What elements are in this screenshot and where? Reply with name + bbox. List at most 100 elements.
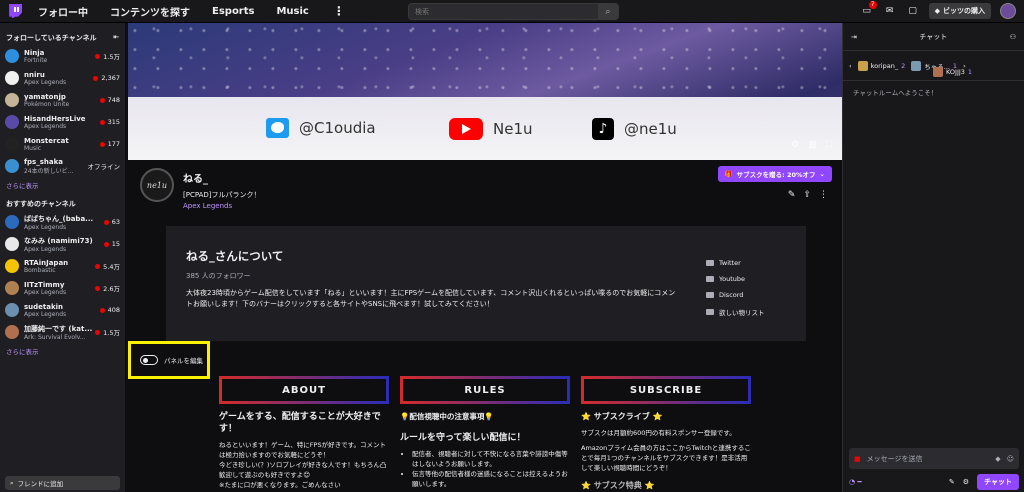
gifter[interactable]: koripan_ 2	[857, 60, 905, 71]
panel-title[interactable]: ABOUT	[219, 376, 389, 404]
more-menu-icon[interactable]: ⋮	[333, 4, 345, 18]
toggle-switch[interactable]	[140, 355, 158, 365]
viewer-count-value: 1.5万	[103, 329, 120, 337]
nav-esports[interactable]: Esports	[212, 6, 254, 17]
gifter-name: koripan_	[870, 61, 899, 70]
youtube-link[interactable]: Youtube	[706, 275, 765, 283]
show-more-link[interactable]: さらに表示	[0, 177, 125, 193]
channel-avatar[interactable]: ne1u	[140, 168, 174, 202]
nav-following[interactable]: フォロー中	[38, 4, 88, 19]
channel-page: @C1oudia Ne1u ♪ @ne1u ⚙ ▥ ⛶ ne1u ねる_ [PCPAD…	[128, 23, 842, 492]
user-avatar[interactable]	[1000, 3, 1016, 19]
notification-badge: 7	[868, 1, 877, 9]
theatre-mode-icon[interactable]: ▥	[808, 140, 817, 150]
channel-game: Apex Legends	[24, 122, 67, 130]
channel-game: Music	[24, 144, 42, 152]
sidebar-channel[interactable]: Monstercat Music 177	[0, 133, 125, 155]
youtube-link-label: Youtube	[719, 275, 745, 283]
fullscreen-icon[interactable]: ⛶	[826, 140, 832, 150]
viewer-count: 1.5万	[95, 51, 120, 61]
bits-label: ビッツの購入	[943, 7, 985, 15]
channel-points-icon[interactable]: ◔ ━	[849, 478, 862, 486]
panel-text: 配信者、視聴者に対して不快になる言葉や誹謗中傷等はしないようお願いします。 伝言…	[400, 449, 570, 489]
inbox-icon[interactable]: ✉	[883, 4, 897, 18]
wishlist-link-label: 欲しい物リスト	[719, 309, 765, 317]
chat-input[interactable]: ■ メッセージを送信 ◆ ☺	[849, 448, 1019, 469]
collapse-sidebar-icon[interactable]: ⇤	[113, 33, 119, 45]
banner-twitter[interactable]: @C1oudia	[266, 118, 376, 138]
channel-game: Apex Legends	[24, 245, 67, 253]
share-icon[interactable]: ⇪	[803, 190, 811, 200]
gifter[interactable]: KOJJJ3 1	[933, 67, 972, 77]
friend-search[interactable]: ⌕ フレンドに追加	[5, 476, 120, 490]
bits-icon[interactable]: ◆	[995, 455, 1000, 463]
viewer-count: 315	[99, 118, 120, 126]
channel-name: なみみ (namimi73)	[24, 236, 93, 245]
search-input[interactable]	[409, 4, 598, 19]
twitter-link[interactable]: Twitter	[706, 259, 765, 267]
whispers-icon[interactable]: ▢	[906, 4, 920, 18]
sidebar-channel[interactable]: ばばちゃん_(baba... Apex Legends 63	[0, 211, 125, 233]
nav-browse[interactable]: コンテンツを探す	[110, 4, 190, 19]
gift-sub-button[interactable]: 🎁 サブスクを贈る: 20%オフ ⌄	[717, 166, 832, 182]
chevron-left-icon[interactable]: ‹	[849, 62, 852, 70]
search-icon[interactable]: ⌕	[598, 4, 618, 19]
sidebar-channel[interactable]: IITzTimmy Apex Legends 2.6万	[0, 277, 125, 299]
sidebar-channel[interactable]: sudetakin Apex Legends 408	[0, 299, 125, 321]
notifications-icon[interactable]: ▭ 7	[860, 1, 877, 18]
edit-pencil-icon[interactable]: ✎	[788, 190, 796, 200]
show-more-link-2[interactable]: さらに表示	[0, 343, 125, 359]
game-link[interactable]: Apex Legends	[183, 202, 261, 210]
live-indicator-icon	[95, 53, 101, 59]
panel-title[interactable]: SUBSCRIBE	[581, 376, 751, 404]
panel-title[interactable]: RULES	[400, 376, 570, 404]
sidebar-channel[interactable]: Ninja Fortnite 1.5万	[0, 45, 125, 67]
chat-settings-icon[interactable]: ⚙	[963, 478, 969, 486]
twitch-logo-icon[interactable]	[9, 4, 22, 18]
collapse-chat-icon[interactable]: ⇥	[851, 33, 857, 41]
channel-avatar	[5, 325, 19, 339]
chevron-down-icon: ⌄	[819, 170, 825, 178]
chat-send-button[interactable]: チャット	[977, 473, 1019, 490]
sidebar-channel[interactable]: nniru Apex Legends 2,367	[0, 67, 125, 89]
channel-avatar	[5, 159, 19, 173]
discord-link[interactable]: Discord	[706, 291, 765, 299]
channel-game: Apex Legends	[24, 78, 67, 86]
edit-panels-toggle[interactable]: パネルを編集	[128, 341, 210, 379]
banner-tiktok[interactable]: ♪ @ne1u	[592, 118, 677, 140]
pencil-icon[interactable]: ✎	[949, 478, 955, 486]
sidebar-channel[interactable]: fps_shaka 24本の新しいビ... オフライン	[0, 155, 125, 177]
channel-game: Fortnite	[24, 56, 48, 64]
sidebar: フォローしているチャンネル ⇤ Ninja Fortnite 1.5万 nniru Ape…	[0, 23, 125, 492]
panel-text: サブスクは月額約600円の有料スポンサー登録です。 Amazonプライム会員の方…	[581, 428, 751, 473]
sidebar-channel[interactable]: RTAinJapan Bombastic 5.4万	[0, 255, 125, 277]
banner-youtube[interactable]: Ne1u	[449, 118, 533, 140]
channel-name: HisandHersLive	[24, 114, 86, 123]
channel-name[interactable]: ねる_	[183, 170, 261, 185]
recommended-title: おすすめのチャンネル	[6, 200, 76, 208]
twitter-link-label: Twitter	[719, 259, 741, 267]
users-icon[interactable]: ⚇	[1010, 33, 1016, 41]
get-bits-button[interactable]: ◆ ビッツの購入	[928, 3, 991, 19]
sidebar-channel[interactable]: 加藤純一です (kat... Ark: Survival Evolv... 1.5万	[0, 321, 125, 343]
live-indicator-icon	[103, 241, 109, 247]
live-indicator-icon	[99, 97, 105, 103]
channel-game: 24本の新しいビ...	[24, 167, 74, 175]
sidebar-channel[interactable]: HisandHersLive Apex Legends 315	[0, 111, 125, 133]
settings-icon[interactable]: ⚙	[791, 140, 799, 150]
live-indicator-icon	[95, 263, 101, 269]
sidebar-channel[interactable]: yamatonjp Pokémon Unite 748	[0, 89, 125, 111]
channel-avatar	[5, 237, 19, 251]
live-indicator-icon	[99, 141, 105, 147]
nav-music[interactable]: Music	[276, 6, 308, 17]
chat-panel: ⇥ チャット ⚇ ‹ koripan_2 ちゃる...1 › KOJJJ31 チ…	[842, 23, 1024, 492]
twitter-icon	[706, 260, 714, 266]
gifter-avatar	[857, 60, 868, 71]
sidebar-channel[interactable]: なみみ (namimi73) Apex Legends 15	[0, 233, 125, 255]
wishlist-link[interactable]: 欲しい物リスト	[706, 307, 765, 317]
emote-icon[interactable]: ☺	[1007, 455, 1014, 463]
panel-heading-2: ⭐ サブスク特典 ⭐	[581, 481, 655, 490]
gifter-avatar	[933, 67, 943, 77]
camera-icon[interactable]: ■	[854, 455, 861, 463]
more-options-icon[interactable]: ⋮	[819, 190, 828, 200]
